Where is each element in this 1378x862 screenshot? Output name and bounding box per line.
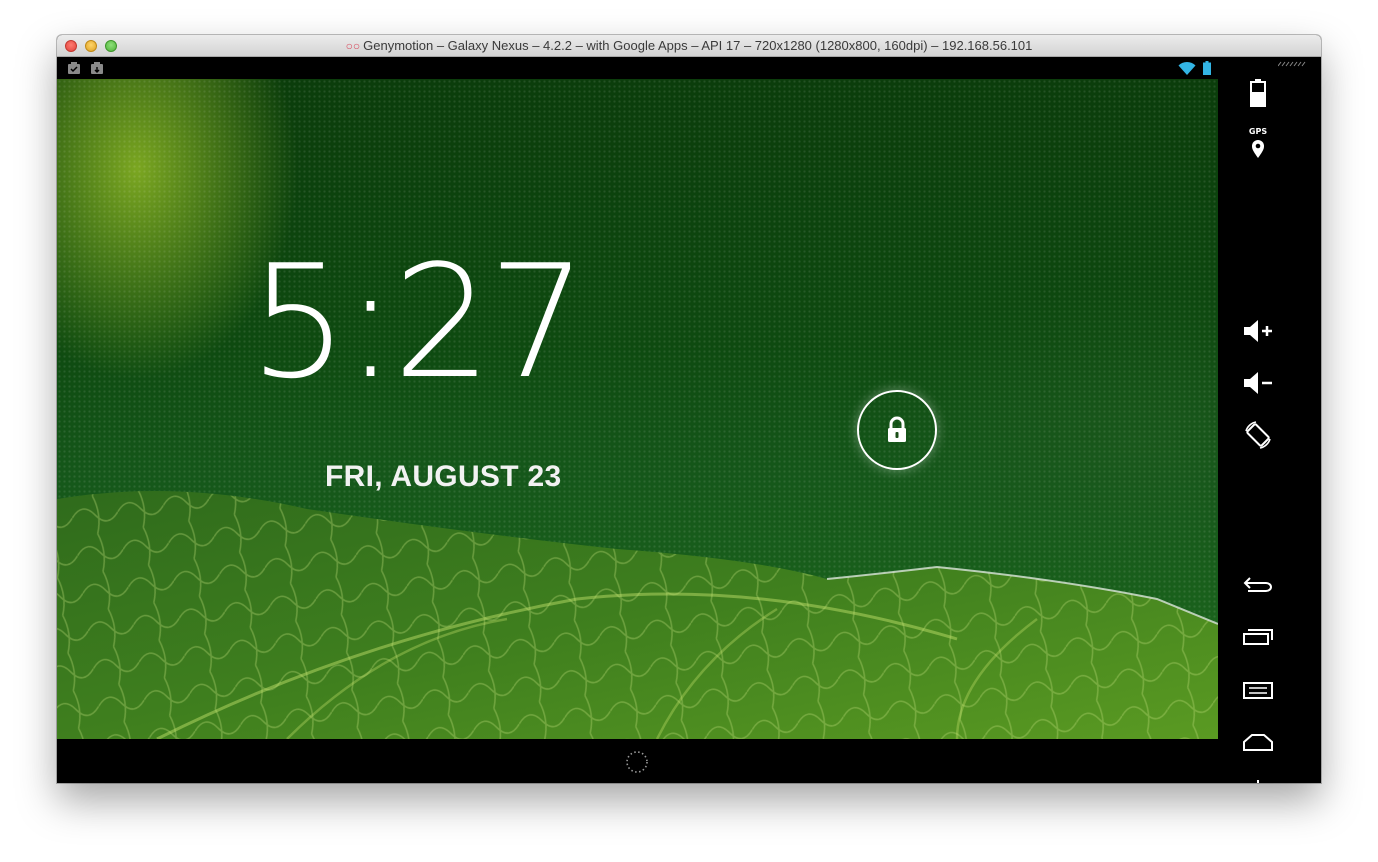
loading-spinner-icon: [626, 751, 648, 773]
wifi-icon: [1178, 61, 1196, 75]
gps-icon: [1252, 140, 1264, 158]
leaf-illustration: [57, 491, 1218, 739]
window-titlebar[interactable]: ○○ Genymotion – Galaxy Nexus – 4.2.2 – wi…: [57, 35, 1321, 57]
android-status-bar[interactable]: [57, 57, 1218, 79]
battery-button[interactable]: [1218, 79, 1298, 107]
device-screen[interactable]: 5:27 FRI, AUGUST 23: [57, 57, 1218, 783]
gps-button[interactable]: [1218, 139, 1298, 159]
menu-icon: [1243, 682, 1273, 699]
home-icon: [1243, 734, 1273, 751]
android-nav-bar: [57, 739, 1218, 783]
genymotion-side-panel: GPS: [1218, 57, 1321, 783]
lockscreen-date: FRI, AUGUST 23: [325, 460, 562, 493]
power-button[interactable]: [1218, 778, 1298, 783]
rotate-icon: [1245, 421, 1271, 449]
recent-apps-button[interactable]: [1218, 628, 1298, 646]
rotate-button[interactable]: [1218, 419, 1298, 451]
resize-grip-icon: [1278, 61, 1306, 67]
genymotion-window: ○○ Genymotion – Galaxy Nexus – 4.2.2 – wi…: [57, 35, 1321, 783]
volume-down-icon: [1244, 372, 1272, 394]
battery-icon: [1203, 61, 1211, 75]
window-title-text: Genymotion – Galaxy Nexus – 4.2.2 – with…: [363, 38, 1033, 53]
volume-up-button[interactable]: [1218, 318, 1298, 344]
lockscreen-clock: 5:27: [249, 231, 587, 413]
home-button[interactable]: [1218, 733, 1298, 751]
gps-label: GPS: [1248, 127, 1268, 136]
recent-apps-icon: [1243, 629, 1273, 645]
volume-down-button[interactable]: [1218, 370, 1298, 396]
battery-icon: [1250, 79, 1266, 107]
notification-icon: [68, 62, 80, 74]
notification-icon: [91, 62, 103, 74]
unlock-handle[interactable]: [857, 390, 937, 470]
genymotion-logo-icon: ○○: [345, 39, 361, 53]
volume-up-icon: [1244, 320, 1272, 342]
back-icon: [1243, 577, 1272, 592]
back-button[interactable]: [1218, 574, 1298, 594]
lockscreen-wallpaper: 5:27 FRI, AUGUST 23: [57, 79, 1218, 739]
window-title: ○○ Genymotion – Galaxy Nexus – 4.2.2 – wi…: [57, 38, 1321, 53]
menu-button[interactable]: [1218, 681, 1298, 699]
lock-icon: [888, 416, 906, 442]
power-icon: [1257, 780, 1259, 783]
